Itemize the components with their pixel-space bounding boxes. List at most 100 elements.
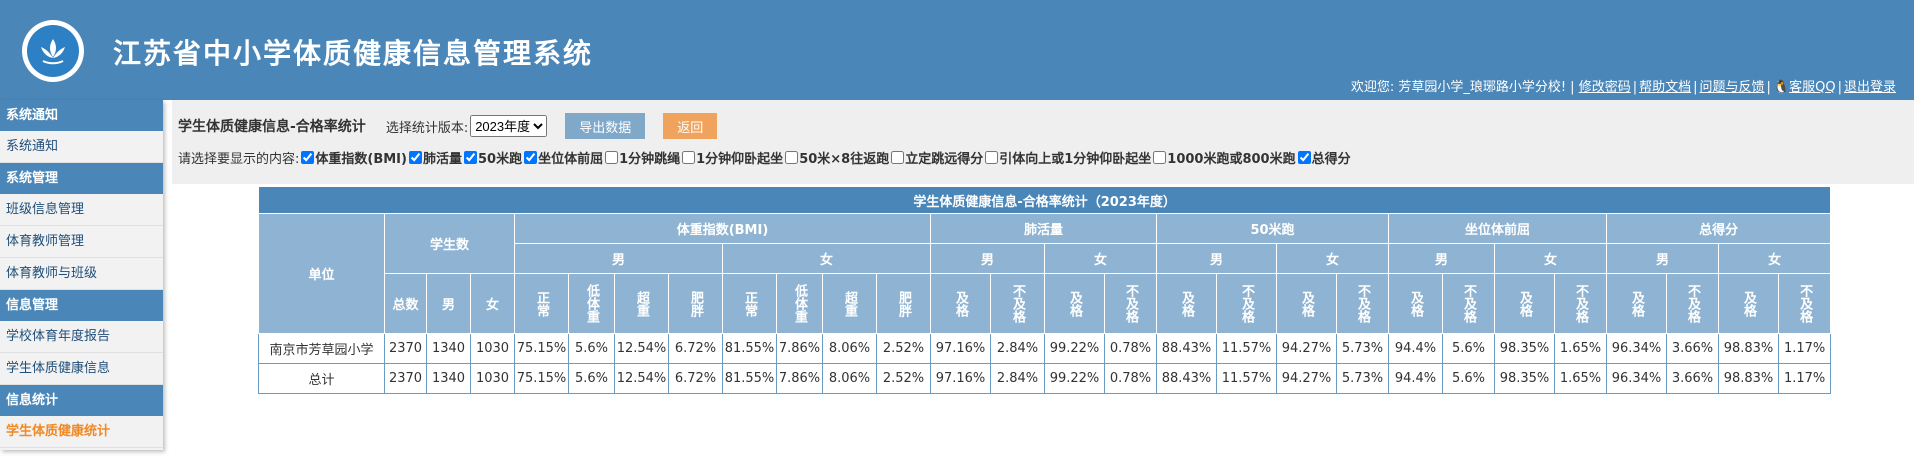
option-rope[interactable]: 1分钟跳绳	[603, 148, 680, 167]
group-header-sit-reach: 坐位体前屈	[1388, 213, 1607, 244]
value-cell: 88.43%	[1156, 333, 1217, 364]
value-cell: 97.16%	[930, 333, 991, 364]
value-cell: 11.57%	[1216, 363, 1277, 394]
sex-header: 男	[1606, 243, 1719, 274]
checkbox-rope[interactable]	[605, 151, 619, 164]
sidebar-group-system[interactable]: 系统管理	[0, 163, 163, 194]
item-header: 不及格	[1554, 273, 1607, 334]
checkbox-bmi[interactable]	[301, 151, 315, 164]
value-cell: 94.4%	[1388, 363, 1443, 394]
checkbox-sit-reach[interactable]	[524, 151, 538, 164]
item-header: 及格	[1388, 273, 1443, 334]
version-select[interactable]: 2023年度	[470, 115, 548, 137]
lotus-logo-icon	[27, 25, 79, 77]
sidebar-item-class-info[interactable]: 班级信息管理	[0, 194, 163, 226]
option-50m[interactable]: 50米跑	[462, 148, 522, 167]
sidebar-item-health-info[interactable]: 学生体质健康信息	[0, 353, 163, 385]
item-header: 正常	[514, 273, 569, 334]
value-cell: 5.6%	[1442, 333, 1495, 364]
sidebar-group-stats[interactable]: 信息统计	[0, 385, 163, 416]
table-caption: 学生体质健康信息-合格率统计（2023年度）	[257, 186, 1832, 214]
logout-link[interactable]: 退出登录	[1844, 80, 1896, 95]
checkbox-total[interactable]	[1297, 151, 1311, 164]
value-cell: 98.35%	[1494, 333, 1555, 364]
sidebar-item-teacher-class[interactable]: 体育教师与班级	[0, 258, 163, 290]
group-header-50m: 50米跑	[1156, 213, 1389, 244]
option-pullup[interactable]: 引体向上或1分钟仰卧起坐	[983, 148, 1151, 167]
value-cell: 2370	[384, 363, 427, 394]
unit-cell: 南京市芳草园小学	[258, 333, 385, 364]
item-header: 不及格	[1216, 273, 1277, 334]
sex-header: 女	[1044, 243, 1157, 274]
item-header: 及格	[930, 273, 991, 334]
item-header: 及格	[1718, 273, 1779, 334]
sex-header: 男	[514, 243, 723, 274]
option-shuttle[interactable]: 50米×8往返跑	[783, 148, 889, 167]
item-header: 及格	[1606, 273, 1667, 334]
sidebar-item-teacher-manage[interactable]: 体育教师管理	[0, 226, 163, 258]
export-button[interactable]: 导出数据	[565, 113, 646, 139]
value-cell: 81.55%	[722, 363, 777, 394]
help-doc-link[interactable]: 帮助文档	[1639, 80, 1691, 95]
group-header-total: 总得分	[1605, 213, 1832, 244]
filter-bar: 学生体质健康信息-合格率统计 选择统计版本: 2023年度 导出数据 返回 请选…	[172, 100, 1914, 184]
unit-cell: 总计	[258, 363, 385, 394]
checkbox-lung[interactable]	[408, 151, 422, 164]
table-row: 总计 2370 1340 1030 75.15% 5.6% 12.54% 6.72% 81.55…	[258, 363, 1832, 394]
sidebar-item-system-notice[interactable]: 系统通知	[0, 131, 163, 163]
checkbox-1000m[interactable]	[1153, 151, 1167, 164]
count-sub-header: 女	[470, 273, 515, 334]
logo	[22, 20, 84, 82]
value-cell: 2.84%	[990, 333, 1045, 364]
sidebar-group-info[interactable]: 信息管理	[0, 290, 163, 321]
value-cell: 6.72%	[668, 363, 723, 394]
option-situp[interactable]: 1分钟仰卧起坐	[680, 148, 783, 167]
value-cell: 1030	[470, 363, 515, 394]
sidebar-item-annual-report[interactable]: 学校体育年度报告	[0, 321, 163, 353]
change-password-link[interactable]: 修改密码	[1579, 80, 1631, 95]
option-1000m[interactable]: 1000米跑或800米跑	[1151, 148, 1296, 167]
feedback-link[interactable]: 问题与反馈	[1700, 80, 1765, 95]
item-header: 不及格	[1442, 273, 1495, 334]
value-cell: 1340	[426, 333, 471, 364]
sidebar-group-notice[interactable]: 系统通知	[0, 100, 163, 131]
sex-header: 男	[930, 243, 1045, 274]
item-header: 肥胖	[876, 273, 931, 334]
value-cell: 97.16%	[930, 363, 991, 394]
group-header-bmi: 体重指数(BMI)	[514, 213, 931, 244]
item-header: 及格	[1276, 273, 1337, 334]
back-button[interactable]: 返回	[663, 113, 718, 139]
value-cell: 96.34%	[1606, 333, 1667, 364]
value-cell: 8.06%	[822, 333, 877, 364]
system-title: 江苏省中小学体质健康信息管理系统	[113, 37, 594, 70]
option-sit-reach[interactable]: 坐位体前屈	[522, 148, 603, 167]
value-cell: 12.54%	[614, 363, 669, 394]
welcome-text: 欢迎您: 芳草园小学_琅琊路小学分校! |	[1350, 80, 1575, 95]
value-cell: 0.78%	[1104, 363, 1157, 394]
option-total[interactable]: 总得分	[1296, 148, 1351, 167]
value-cell: 98.35%	[1494, 363, 1555, 394]
item-header: 不及格	[990, 273, 1045, 334]
item-header: 不及格	[1777, 273, 1832, 334]
option-lung[interactable]: 肺活量	[407, 148, 462, 167]
value-cell: 1.17%	[1777, 363, 1832, 394]
service-qq-link[interactable]: 客服QQ	[1789, 80, 1835, 95]
item-header: 正常	[722, 273, 777, 334]
checkbox-pullup[interactable]	[985, 151, 999, 164]
value-cell: 2.52%	[876, 363, 931, 394]
checkbox-50m[interactable]	[463, 151, 477, 164]
count-sub-header: 男	[426, 273, 471, 334]
option-long-jump[interactable]: 立定跳远得分	[889, 148, 983, 167]
value-cell: 2370	[384, 333, 427, 364]
checkbox-situp[interactable]	[682, 151, 696, 164]
value-cell: 1.65%	[1554, 363, 1607, 394]
value-cell: 1.65%	[1554, 333, 1607, 364]
checkbox-long-jump[interactable]	[891, 151, 905, 164]
value-cell: 3.66%	[1666, 363, 1719, 394]
item-header: 及格	[1156, 273, 1217, 334]
sex-header: 男	[1388, 243, 1495, 274]
option-bmi[interactable]: 体重指数(BMI)	[299, 148, 407, 167]
value-cell: 12.54%	[614, 333, 669, 364]
sidebar-item-health-stats[interactable]: 学生体质健康统计	[0, 416, 163, 448]
checkbox-shuttle[interactable]	[785, 151, 799, 164]
